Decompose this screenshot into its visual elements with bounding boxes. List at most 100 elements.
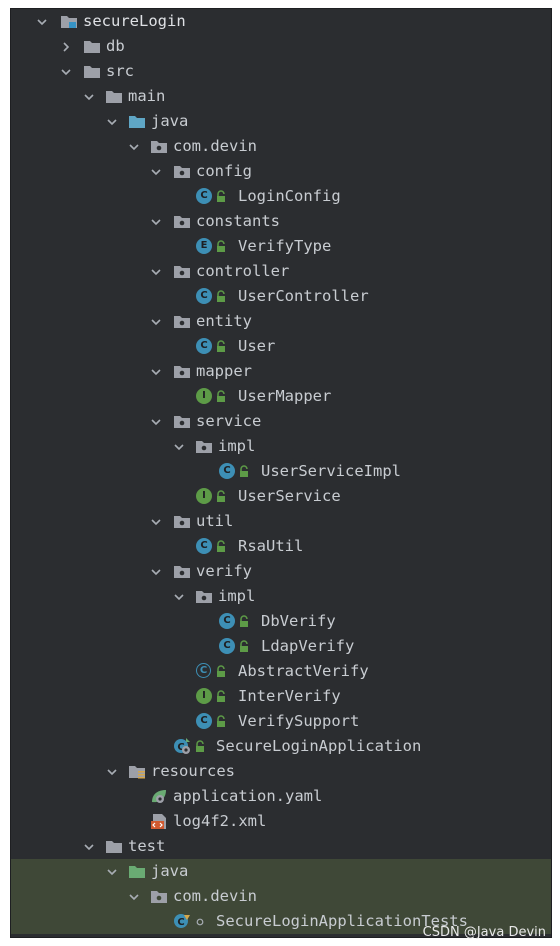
chevron-right-icon[interactable] (59, 34, 73, 59)
tree-node-com-devin[interactable]: com.devin (11, 134, 551, 159)
tree-node-src[interactable]: src (11, 59, 551, 84)
chevron-down-icon[interactable] (82, 834, 96, 859)
module-folder-icon (60, 13, 78, 30)
tree-node-label: UserMapper (238, 387, 332, 405)
class-icon: C (219, 638, 235, 654)
class-icon: C (196, 288, 212, 304)
xml-file-icon (150, 813, 168, 830)
tree-node-loginconfig[interactable]: C LoginConfig (11, 184, 551, 209)
chevron-down-icon[interactable] (127, 134, 141, 159)
tree-node-label: impl (218, 437, 256, 455)
package-icon (173, 413, 191, 430)
tree-node-service-impl[interactable]: impl (11, 434, 551, 459)
tree-node-resources[interactable]: resources (11, 759, 551, 784)
chevron-down-icon[interactable] (149, 209, 163, 234)
spring-boot-test-icon: C (173, 913, 191, 930)
lock-icon (239, 615, 249, 628)
resources-folder-icon (128, 763, 146, 780)
tree-node-service[interactable]: service (11, 409, 551, 434)
chevron-down-icon[interactable] (59, 59, 73, 84)
chevron-down-icon[interactable] (149, 159, 163, 184)
package-icon (150, 138, 168, 155)
tree-node-label: test (128, 837, 166, 855)
tree-node-label: db (106, 37, 125, 55)
tree-node-verifysupport[interactable]: C VerifySupport (11, 709, 551, 734)
abstract-class-icon: C (196, 663, 211, 678)
tree-node-verify[interactable]: verify (11, 559, 551, 584)
chevron-down-icon[interactable] (172, 584, 186, 609)
spring-boot-app-icon: C (173, 738, 191, 755)
tree-node-test-com-devin[interactable]: com.devin (11, 884, 551, 909)
tree-node-usermapper[interactable]: I UserMapper (11, 384, 551, 409)
tree-node-securelogin[interactable]: secureLogin (11, 9, 551, 34)
interface-icon: I (196, 488, 212, 504)
class-icon: C (196, 188, 212, 204)
tree-node-label: VerifyType (238, 237, 332, 255)
project-tree: secureLogin db src main java com.devin c… (11, 9, 551, 934)
tree-node-verify-impl[interactable]: impl (11, 584, 551, 609)
folder-icon (83, 38, 101, 55)
tree-node-entity[interactable]: entity (11, 309, 551, 334)
tree-node-userservice[interactable]: I UserService (11, 484, 551, 509)
tree-node-userserviceimpl[interactable]: C UserServiceImpl (11, 459, 551, 484)
folder-icon (105, 838, 123, 855)
tree-node-log4f2-xml[interactable]: log4f2.xml (11, 809, 551, 834)
tree-node-config[interactable]: config (11, 159, 551, 184)
tree-node-test-java[interactable]: java (11, 859, 551, 884)
chevron-down-icon[interactable] (149, 509, 163, 534)
tree-node-label: UserService (238, 487, 341, 505)
tree-node-util[interactable]: util (11, 509, 551, 534)
tree-node-label: constants (196, 212, 280, 230)
tree-node-ldapverify[interactable]: C LdapVerify (11, 634, 551, 659)
tree-node-mapper[interactable]: mapper (11, 359, 551, 384)
tree-node-test[interactable]: test (11, 834, 551, 859)
tree-node-rsautil[interactable]: C RsaUtil (11, 534, 551, 559)
tree-node-label: controller (196, 262, 290, 280)
tree-node-usercontroller[interactable]: C UserController (11, 284, 551, 309)
tree-node-db[interactable]: db (11, 34, 551, 59)
class-icon: C (196, 713, 212, 729)
tree-node-abstractverify[interactable]: C AbstractVerify (11, 659, 551, 684)
interface-icon: I (196, 688, 212, 704)
tree-node-dbverify[interactable]: C DbVerify (11, 609, 551, 634)
chevron-down-icon[interactable] (105, 859, 119, 884)
chevron-down-icon[interactable] (172, 434, 186, 459)
tree-node-application-yaml[interactable]: application.yaml (11, 784, 551, 809)
lock-icon (195, 740, 205, 753)
chevron-down-icon[interactable] (127, 884, 141, 909)
package-icon (195, 438, 213, 455)
tree-node-label: impl (218, 587, 256, 605)
tree-node-verifytype[interactable]: E VerifyType (11, 234, 551, 259)
lock-icon (216, 690, 226, 703)
tree-node-label: resources (151, 762, 235, 780)
chevron-down-icon[interactable] (105, 759, 119, 784)
tree-node-interverify[interactable]: I InterVerify (11, 684, 551, 709)
tree-node-user[interactable]: C User (11, 334, 551, 359)
tree-node-label: User (238, 337, 276, 355)
tree-node-label: log4f2.xml (173, 812, 267, 830)
class-icon: C (219, 613, 235, 629)
lock-icon (216, 715, 226, 728)
chevron-down-icon[interactable] (149, 259, 163, 284)
tree-node-label: DbVerify (261, 612, 336, 630)
chevron-down-icon[interactable] (149, 359, 163, 384)
lock-icon (216, 490, 226, 503)
chevron-down-icon[interactable] (105, 109, 119, 134)
package-icon (173, 513, 191, 530)
chevron-down-icon[interactable] (149, 409, 163, 434)
tree-node-constants[interactable]: constants (11, 209, 551, 234)
tree-node-label: main (128, 87, 166, 105)
tree-node-controller[interactable]: controller (11, 259, 551, 284)
lock-icon (216, 540, 226, 553)
chevron-down-icon[interactable] (149, 309, 163, 334)
tree-node-java[interactable]: java (11, 109, 551, 134)
lock-icon (216, 190, 226, 203)
tree-node-secureloginapplication[interactable]: C SecureLoginApplication (11, 734, 551, 759)
chevron-down-icon[interactable] (149, 559, 163, 584)
tree-node-label: UserController (238, 287, 369, 305)
project-tree-panel: secureLogin db src main java com.devin c… (10, 8, 552, 938)
chevron-down-icon[interactable] (35, 9, 49, 34)
tree-node-main[interactable]: main (11, 84, 551, 109)
watermark: CSDN @Java Devin (422, 925, 546, 940)
chevron-down-icon[interactable] (82, 84, 96, 109)
